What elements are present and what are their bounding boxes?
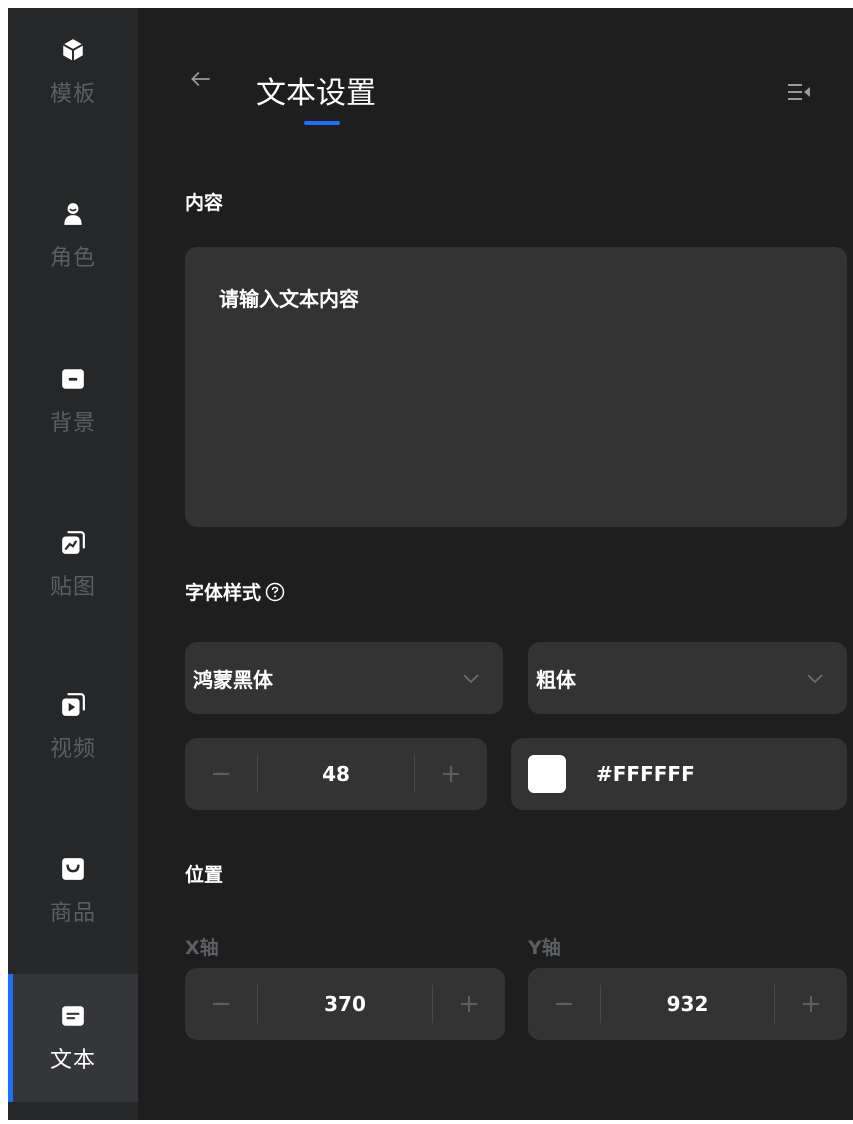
background-icon: [59, 365, 87, 393]
sidebar-item-label: 模板: [49, 82, 96, 107]
color-swatch[interactable]: [528, 755, 566, 793]
text-settings-panel: 文本设置 内容 请输入文本内容 字体样式 鸿蒙黑体 粗体 − 48 + #FFF…: [138, 8, 853, 1120]
window-frame-top: [0, 0, 853, 8]
position-label: 位置: [185, 864, 224, 886]
window-frame-left: [0, 0, 8, 1124]
sidebar-item-label: 商品: [49, 901, 96, 926]
color-hex-value[interactable]: #FFFFFF: [596, 762, 695, 786]
collapse-panel-icon: [788, 84, 810, 100]
sidebar-item-template[interactable]: 模板: [8, 8, 138, 136]
chevron-down-icon: [807, 674, 823, 684]
font-weight-value: 粗体: [536, 667, 576, 692]
decrease-x-button[interactable]: −: [185, 968, 257, 1040]
font-weight-select[interactable]: 粗体: [528, 642, 847, 714]
sidebar-item-label: 角色: [49, 246, 96, 271]
active-indicator: [8, 974, 13, 1102]
person-icon: [59, 200, 87, 228]
cube-icon: [59, 36, 87, 64]
text-icon: [59, 1002, 87, 1030]
sidebar-item-label: 背景: [49, 411, 96, 436]
video-icon: [59, 691, 87, 719]
y-axis-label: Y轴: [528, 937, 561, 959]
font-family-select[interactable]: 鸿蒙黑体: [185, 642, 503, 714]
font-size-value[interactable]: 48: [258, 762, 414, 786]
increase-y-button[interactable]: +: [775, 968, 847, 1040]
x-position-value[interactable]: 370: [258, 992, 432, 1016]
sticker-icon: [59, 529, 87, 557]
y-position-stepper[interactable]: − 932 +: [528, 968, 847, 1040]
font-family-value: 鸿蒙黑体: [193, 667, 273, 692]
help-icon[interactable]: [265, 582, 285, 602]
text-content-input[interactable]: 请输入文本内容: [185, 247, 847, 527]
font-style-label: 字体样式: [185, 578, 285, 605]
sidebar-item-label: 贴图: [49, 575, 96, 600]
sidebar-item-character[interactable]: 角色: [8, 172, 138, 300]
title-underline: [304, 121, 340, 125]
content-label: 内容: [185, 192, 224, 214]
y-position-value[interactable]: 932: [601, 992, 774, 1016]
arrow-left-icon: [191, 71, 210, 87]
collapse-panel-button[interactable]: [786, 80, 816, 104]
chevron-down-icon: [463, 674, 479, 684]
shopping-bag-icon: [59, 855, 87, 883]
x-position-stepper[interactable]: − 370 +: [185, 968, 505, 1040]
sidebar-item-text[interactable]: 文本: [8, 974, 138, 1102]
sidebar-item-label: 视频: [49, 737, 96, 762]
window-frame-bottom: [0, 1120, 853, 1124]
x-axis-label: X轴: [185, 937, 219, 959]
decrease-y-button[interactable]: −: [528, 968, 600, 1040]
increase-x-button[interactable]: +: [433, 968, 505, 1040]
sidebar: 模板 角色 背景 贴图 视频 商品 文本: [8, 8, 138, 1120]
sidebar-item-video[interactable]: 视频: [8, 663, 138, 791]
page-title: 文本设置: [256, 76, 376, 111]
font-color-picker[interactable]: #FFFFFF: [511, 738, 847, 810]
font-style-label-text: 字体样式: [185, 582, 262, 604]
increase-font-size-button[interactable]: +: [415, 738, 487, 810]
font-size-stepper[interactable]: − 48 +: [185, 738, 487, 810]
back-button[interactable]: [188, 66, 216, 94]
sidebar-item-sticker[interactable]: 贴图: [8, 501, 138, 629]
sidebar-item-label: 文本: [49, 1048, 96, 1073]
sidebar-item-background[interactable]: 背景: [8, 337, 138, 465]
sidebar-item-product[interactable]: 商品: [8, 827, 138, 955]
decrease-font-size-button[interactable]: −: [185, 738, 257, 810]
